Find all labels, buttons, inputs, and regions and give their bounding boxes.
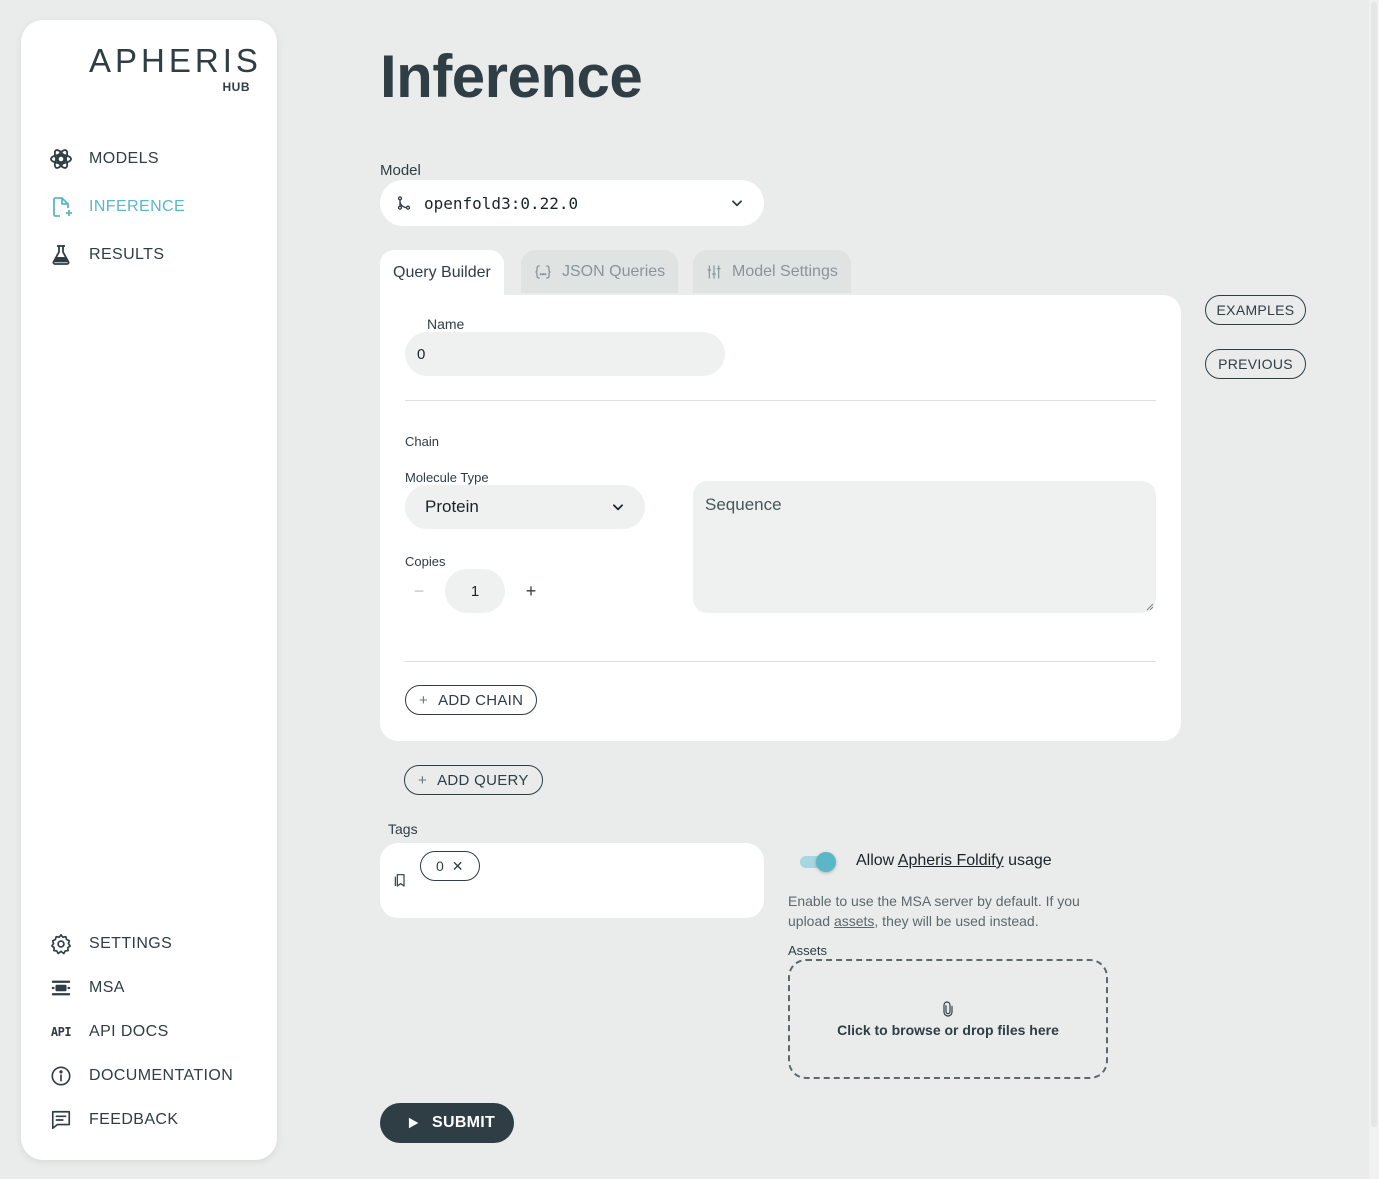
logo-wordmark: APHERIS — [89, 42, 262, 79]
allow-foldify-toggle[interactable] — [800, 852, 836, 872]
copies-decrement-button[interactable]: − — [409, 581, 429, 601]
previous-button[interactable]: PREVIOUS — [1205, 349, 1306, 379]
sidebar-item-label: SETTINGS — [89, 935, 173, 952]
chevron-down-icon — [611, 500, 625, 514]
tab-query-builder[interactable]: Query Builder — [380, 250, 504, 296]
toggle-knob — [816, 852, 836, 872]
copy-tags-icon[interactable] — [392, 872, 408, 888]
remove-tag-icon[interactable]: ✕ — [452, 858, 464, 875]
info-icon — [49, 1064, 73, 1088]
tab-label: Model Settings — [732, 262, 838, 280]
copies-increment-button[interactable]: + — [521, 581, 541, 601]
add-chain-label: ADD CHAIN — [438, 691, 524, 709]
name-input[interactable]: 0 — [405, 332, 725, 376]
assets-label: Assets — [788, 943, 828, 958]
assets-dropzone[interactable]: Click to browse or drop files here — [788, 959, 1108, 1079]
assets-link[interactable]: assets — [834, 913, 874, 929]
git-branch-icon — [396, 195, 412, 211]
sidebar-item-label: MSA — [89, 979, 125, 996]
tag-label: 0 — [436, 858, 444, 874]
paperclip-icon — [940, 1000, 956, 1018]
api-icon-text: API — [50, 1025, 72, 1039]
tab-model-settings[interactable]: Model Settings — [693, 250, 851, 293]
tab-label: Query Builder — [393, 264, 491, 281]
examples-button[interactable]: EXAMPLES — [1205, 295, 1306, 325]
allow-prefix: Allow — [856, 852, 898, 869]
sidebar-item-results[interactable]: RESULTS — [49, 240, 164, 270]
model-label: Model — [380, 162, 421, 179]
sidebar-item-settings[interactable]: SETTINGS — [49, 929, 172, 959]
tag-chip[interactable]: 0 ✕ — [420, 851, 480, 881]
tags-input[interactable]: 0 ✕ — [380, 843, 764, 918]
allow-foldify-label: Allow Apheris Foldify usage — [856, 852, 1052, 870]
plus-icon: + — [418, 771, 428, 789]
sidebar-item-msa[interactable]: MSA — [49, 973, 125, 1003]
divider — [405, 400, 1156, 401]
apheris-foldify-link[interactable]: Apheris Foldify — [898, 852, 1004, 869]
sidebar-item-label: INFERENCE — [89, 198, 186, 215]
query-card: Name 0 Chain Molecule Type Protein Copie… — [380, 295, 1181, 741]
divider — [405, 661, 1156, 662]
copies-input[interactable]: 1 — [445, 569, 505, 613]
model-select-value: openfold3:0.22.0 — [424, 193, 579, 213]
molecule-type-select[interactable]: Protein — [405, 485, 645, 529]
msa-help-text: Enable to use the MSA server by default.… — [788, 891, 1118, 931]
model-select[interactable]: openfold3:0.22.0 — [380, 180, 764, 226]
sidebar-item-api-docs[interactable]: API API DOCS — [49, 1017, 169, 1047]
sequence-placeholder: Sequence — [705, 495, 782, 514]
flask-icon — [49, 243, 73, 267]
gear-icon — [49, 932, 73, 956]
sidebar-item-models[interactable]: MODELS — [49, 144, 159, 174]
logo-sub: HUB — [222, 80, 250, 94]
plus-icon: + — [419, 691, 429, 709]
apheris-hub-logo[interactable]: APHERIS HUB — [89, 42, 262, 96]
msa-icon — [49, 976, 73, 1000]
sidebar-item-inference[interactable]: INFERENCE — [49, 192, 185, 222]
submit-label: SUBMIT — [432, 1114, 496, 1131]
tab-json-queries[interactable]: JSON Queries — [521, 250, 679, 293]
tab-label: JSON Queries — [562, 262, 666, 280]
chain-label: Chain — [405, 434, 439, 449]
sliders-icon — [706, 264, 722, 280]
copies-label: Copies — [405, 554, 446, 569]
sidebar-item-documentation[interactable]: DOCUMENTATION — [49, 1061, 233, 1091]
name-label: Name — [427, 316, 465, 332]
add-query-label: ADD QUERY — [437, 771, 529, 789]
dropzone-text: Click to browse or drop files here — [837, 1022, 1059, 1038]
msa-help-suffix: , they will be used instead. — [874, 913, 1039, 929]
add-chain-button[interactable]: + ADD CHAIN — [405, 685, 538, 715]
play-icon — [406, 1116, 420, 1130]
sidebar: APHERIS HUB MODELS INFERENCE RESULTS SET… — [21, 20, 277, 1160]
add-query-button[interactable]: + ADD QUERY — [404, 765, 543, 795]
new-document-icon — [49, 195, 73, 219]
page-scrollbar[interactable] — [1369, 0, 1379, 1179]
sidebar-item-label: FEEDBACK — [89, 1111, 179, 1128]
scrollbar-thumb[interactable] — [1371, 2, 1377, 1127]
feedback-icon — [49, 1108, 73, 1132]
tags-label: Tags — [388, 821, 418, 837]
sidebar-item-label: DOCUMENTATION — [89, 1067, 234, 1084]
models-icon — [49, 147, 73, 171]
api-icon: API — [49, 1020, 73, 1044]
molecule-type-label: Molecule Type — [405, 470, 489, 485]
chevron-down-icon — [730, 196, 744, 210]
sidebar-item-label: RESULTS — [89, 246, 165, 263]
braces-icon — [534, 264, 552, 280]
submit-button[interactable]: SUBMIT — [380, 1103, 514, 1143]
sidebar-item-feedback[interactable]: FEEDBACK — [49, 1105, 178, 1135]
molecule-type-value: Protein — [425, 497, 479, 516]
allow-suffix: usage — [1003, 852, 1052, 869]
page-title: Inference — [380, 43, 643, 110]
sidebar-item-label: API DOCS — [89, 1023, 169, 1040]
resize-handle-icon[interactable] — [1146, 603, 1154, 611]
sidebar-item-label: MODELS — [89, 150, 159, 167]
sequence-textarea[interactable]: Sequence — [693, 481, 1156, 613]
